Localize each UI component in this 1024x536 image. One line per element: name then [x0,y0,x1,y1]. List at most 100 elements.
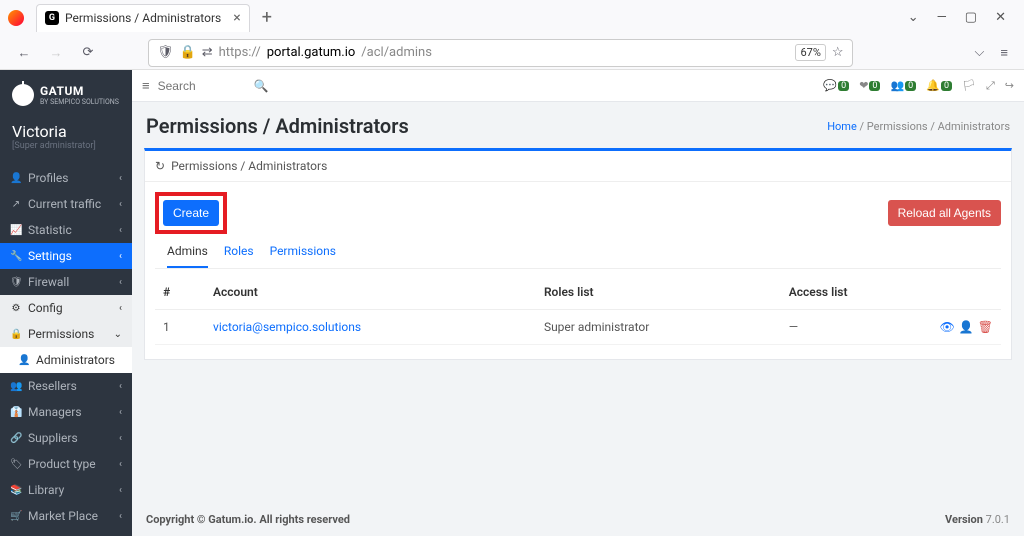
delete-icon[interactable]: 🗑 [978,320,993,334]
search-input[interactable] [158,79,248,93]
sidebar-item-resellers[interactable]: 👥Resellers‹ [0,373,132,399]
sidebar-item-managers[interactable]: 👔Managers‹ [0,399,132,425]
sidebar-nav: 👤Profiles‹↗Current traffic‹📈Statistic‹🔧S… [0,165,132,529]
tab-permissions[interactable]: Permissions [270,244,336,268]
chevron-icon: ‹ [119,199,122,210]
tune-icon: ⇄ [202,45,213,60]
create-highlight: Create [155,192,227,234]
close-tab-icon[interactable]: × [233,10,240,26]
sidebar-sub-administrators[interactable]: 👤Administrators [0,347,132,373]
hamburger-icon[interactable]: ≡ [142,78,150,94]
search-icon[interactable]: 🔍 [254,79,269,93]
chevron-icon: ‹ [119,225,122,236]
crumb-current: Permissions / Administrators [867,120,1010,133]
col-access: Access list [781,275,932,310]
brand-sub: BY SEMPICO SOLUTIONS [40,98,119,106]
panel-head: ↻ Permissions / Administrators [145,151,1011,182]
nav-icon: 🛡 [10,277,22,288]
new-tab-button[interactable]: + [254,7,280,28]
chevron-icon: ‹ [119,511,122,522]
window-controls: ⌄ ― ▢ ✕ [908,10,1016,25]
col-roles: Roles list [536,275,781,310]
search-box[interactable]: 🔍 [158,79,298,93]
crumb-home[interactable]: Home [827,120,857,133]
page-head: Permissions / Administrators Home / Perm… [132,102,1024,148]
nav-icon: 🔧 [10,251,22,262]
topbar-badge[interactable]: ❤0 [859,79,880,92]
brand-name: GATUM [40,84,119,98]
topbar-badge[interactable]: 👥0 [890,79,916,92]
sidebar-item-profiles[interactable]: 👤Profiles‹ [0,165,132,191]
page-title: Permissions / Administrators [146,114,409,138]
topbar-icon[interactable]: ⤢ [986,79,995,93]
reload-button[interactable]: ⟳ [76,41,100,65]
minimize-icon[interactable]: ― [937,10,947,25]
topbar-icon[interactable]: ↪ [1005,79,1014,92]
main: ≡ 🔍 💬0 ❤0 👥0 🔔0 🏳 ⤢ ↪ Permissions / Administra… [132,70,1024,536]
bookmark-icon[interactable]: ☆ [832,45,844,60]
nav-icon: ↗ [10,199,22,210]
back-button[interactable]: ← [12,41,36,65]
sidebar-item-product-type[interactable]: 🏷Product type‹ [0,451,132,477]
tabs: Admins Roles Permissions [155,234,1001,269]
view-icon[interactable]: 👁 [940,320,955,334]
maximize-icon[interactable]: ▢ [965,10,977,25]
topbar: ≡ 🔍 💬0 ❤0 👥0 🔔0 🏳 ⤢ ↪ [132,70,1024,102]
nav-icon: 🔒 [10,329,22,340]
pocket-icon[interactable]: ⌵ [971,45,989,60]
sidebar-item-config[interactable]: ⚙Config‹ [0,295,132,321]
col-account: Account [205,275,536,310]
sidebar-item-permissions[interactable]: 🔒Permissions⌄ [0,321,132,347]
user-icon[interactable]: 👤 [959,320,974,334]
address-bar: ← → ⟳ 🛡 🔒 ⇄ https://portal.gatum.io/acl/… [0,35,1024,70]
chevron-icon: ‹ [119,303,122,314]
topbar-badge[interactable]: 🔔0 [926,79,952,92]
panel-title: Permissions / Administrators [171,159,327,173]
nav-icon: 📈 [10,225,22,236]
topbar-badge[interactable]: 💬0 [823,79,849,92]
nav-icon: 🔗 [10,433,22,444]
breadcrumb: Home / Permissions / Administrators [827,120,1010,133]
close-window-icon[interactable]: ✕ [995,10,1006,25]
zoom-badge[interactable]: 67% [795,44,825,61]
url-field[interactable]: 🛡 🔒 ⇄ https://portal.gatum.io/acl/admins… [148,39,853,67]
menu-icon[interactable]: ≡ [996,45,1012,61]
sidebar-item-settings[interactable]: 🔧Settings‹ [0,243,132,269]
logo-icon [12,84,34,106]
nav-icon: 👤 [10,173,22,184]
tab-title: Permissions / Administrators [65,11,221,25]
sidebar-item-suppliers[interactable]: 🔗Suppliers‹ [0,425,132,451]
sidebar: GATUM BY SEMPICO SOLUTIONS Victoria [Sup… [0,70,132,536]
browser-tab[interactable]: G Permissions / Administrators × [36,4,250,32]
chevron-icon: ‹ [119,407,122,418]
table-row: 1victoria@sempico.solutionsSuper adminis… [155,310,1001,345]
topbar-icon[interactable]: 🏳 [962,79,976,92]
url-path: /acl/admins [361,45,432,60]
sidebar-item-firewall[interactable]: 🛡Firewall‹ [0,269,132,295]
panel: ↻ Permissions / Administrators Create Re… [144,148,1012,360]
url-prefix: https:// [219,45,261,60]
version: Version 7.0.1 [945,513,1010,526]
sidebar-item-market-place[interactable]: 🛒Market Place‹ [0,503,132,529]
topbar-badges: 💬0 ❤0 👥0 🔔0 🏳 ⤢ ↪ [823,79,1014,93]
chevron-icon: ‹ [119,277,122,288]
app-root: GATUM BY SEMPICO SOLUTIONS Victoria [Sup… [0,70,1024,536]
chevron-down-icon[interactable]: ⌄ [908,10,919,25]
chevron-icon: ‹ [119,173,122,184]
copyright: Copyright © Gatum.io. All rights reserve… [146,513,350,526]
account-link[interactable]: victoria@sempico.solutions [213,320,361,334]
refresh-icon[interactable]: ↻ [155,159,165,173]
chevron-icon: ‹ [119,485,122,496]
create-button[interactable]: Create [163,200,219,226]
admins-table: # Account Roles list Access list 1victor… [155,275,1001,345]
tab-bar: G Permissions / Administrators × + ⌄ ― ▢… [0,0,1024,35]
reload-agents-button[interactable]: Reload all Agents [888,200,1001,226]
sidebar-item-current-traffic[interactable]: ↗Current traffic‹ [0,191,132,217]
user-name: Victoria [12,122,120,141]
tab-admins[interactable]: Admins [167,244,208,268]
forward-button[interactable]: → [44,41,68,65]
sidebar-item-library[interactable]: 📚Library‹ [0,477,132,503]
nav-icon: ⚙ [10,303,22,314]
sidebar-item-statistic[interactable]: 📈Statistic‹ [0,217,132,243]
tab-roles[interactable]: Roles [224,244,254,268]
